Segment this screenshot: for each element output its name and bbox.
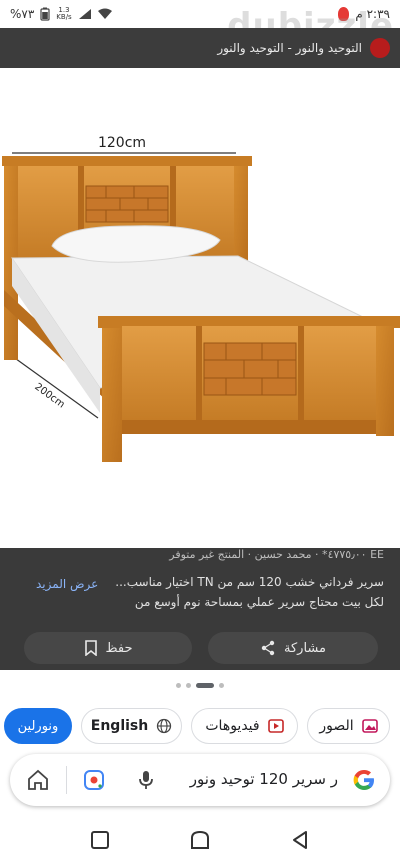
status-left: %٧٣ 1.3 KB/s	[10, 7, 112, 21]
chip-english-label: English	[90, 718, 149, 734]
carousel-indicator	[0, 680, 400, 690]
share-label: مشاركة	[284, 640, 326, 656]
search-divider	[66, 766, 67, 794]
result-meta: EE ٤٧٧٥٫٠٠* · محمد حسين · المنتج غير متو…	[169, 548, 384, 561]
result-description[interactable]: سرير فرداني خشب 120 سم من TN اختيار مناس…	[94, 572, 384, 612]
carousel-dot	[176, 682, 181, 688]
carousel-dot-active	[196, 682, 214, 688]
footboard-base	[122, 420, 376, 434]
length-label: 200cm	[32, 381, 66, 410]
footboard-brick-pattern	[203, 342, 297, 396]
save-label: حفظ	[105, 640, 133, 656]
site-favicon-icon	[370, 38, 390, 58]
chip-english[interactable]: English	[81, 708, 182, 744]
see-more-link[interactable]: عرض المزيد	[36, 574, 98, 594]
headboard-right-post	[234, 166, 248, 266]
footboard-right-post	[376, 326, 394, 436]
chip-images-label: الصور	[319, 718, 354, 734]
search-query[interactable]: ر سرير 120 توحيد ونور	[190, 770, 338, 788]
carousel-dot	[186, 682, 191, 688]
headboard-brick-pattern	[85, 185, 169, 223]
recents-icon[interactable]	[88, 828, 112, 852]
result-info-card: EE ٤٧٧٥٫٠٠* · محمد حسين · المنتج غير متو…	[0, 548, 400, 670]
battery-level: %٧٣	[10, 7, 35, 21]
footboard-divider-right	[298, 326, 304, 420]
search-bar[interactable]: ر سرير 120 توحيد ونور	[10, 754, 390, 806]
signal-icon	[78, 9, 91, 19]
chip-images[interactable]: الصور	[307, 708, 390, 744]
system-nav-bar	[0, 816, 400, 866]
home-icon[interactable]	[26, 768, 50, 792]
wifi-icon	[97, 8, 112, 19]
carousel-dot	[219, 682, 224, 688]
chip-online[interactable]: ونورلين	[4, 708, 72, 744]
source-title[interactable]: التوحيد والنور - التوحيد والنور	[217, 41, 362, 55]
video-icon	[267, 719, 284, 733]
image-icon	[361, 719, 378, 733]
chip-videos-label: فيديوهات	[205, 718, 260, 734]
footboard-left-post	[102, 328, 122, 462]
back-icon[interactable]	[288, 828, 312, 852]
home-nav-icon[interactable]	[188, 828, 212, 852]
source-title-bar[interactable]: التوحيد والنور - التوحيد والنور	[0, 28, 400, 68]
product-image[interactable]: 120cm 200cm	[0, 68, 400, 548]
footboard-divider-left	[196, 326, 202, 420]
mic-icon[interactable]	[134, 768, 158, 792]
network-speed: 1.3 KB/s	[56, 7, 71, 21]
share-icon	[261, 640, 275, 656]
save-button[interactable]: حفظ	[24, 632, 192, 664]
width-label: 120cm	[98, 135, 146, 151]
bed-illustration: 120cm 200cm	[2, 135, 400, 462]
chip-videos[interactable]: فيديوهات	[191, 708, 298, 744]
google-logo-icon	[353, 770, 374, 790]
globe-icon	[157, 718, 172, 734]
speed-unit: KB/s	[56, 13, 72, 21]
share-button[interactable]: مشاركة	[208, 632, 378, 664]
bookmark-icon	[84, 640, 97, 656]
lens-icon[interactable]	[82, 768, 106, 792]
headboard-top	[2, 156, 252, 166]
battery-icon	[40, 7, 50, 21]
